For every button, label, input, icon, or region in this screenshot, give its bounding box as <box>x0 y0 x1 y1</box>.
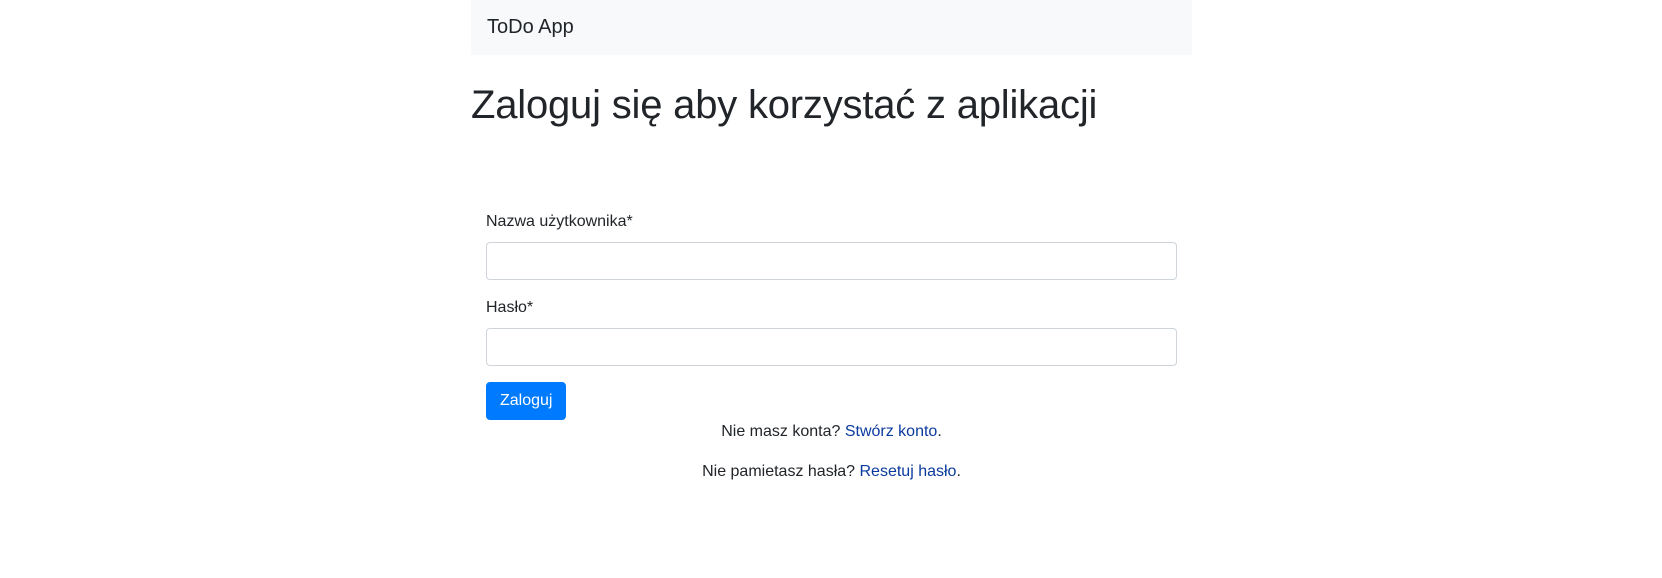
reset-password-link[interactable]: Resetuj hasło <box>860 463 957 480</box>
auth-links: Nie masz konta? Stwórz konto. Nie pamiet… <box>486 420 1177 484</box>
reset-prefix: Nie pamietasz hasła? <box>702 463 860 480</box>
register-suffix: . <box>937 423 942 440</box>
register-link[interactable]: Stwórz konto <box>845 423 937 440</box>
login-button[interactable]: Zaloguj <box>486 382 567 420</box>
page-title: Zaloguj się aby korzystać z aplikacji <box>471 83 1098 127</box>
login-form: Nazwa użytkownika* Hasło* Zaloguj Nie ma… <box>471 210 1192 484</box>
register-line: Nie masz konta? Stwórz konto. <box>486 420 1177 444</box>
username-input[interactable] <box>486 242 1177 280</box>
page-container: ToDo App Zaloguj się aby korzystać z apl… <box>471 0 1192 500</box>
username-group: Nazwa użytkownika* <box>486 210 1177 280</box>
register-prefix: Nie masz konta? <box>721 423 845 440</box>
password-label: Hasło* <box>486 299 534 316</box>
navbar: ToDo App <box>471 0 1192 55</box>
password-group: Hasło* <box>486 296 1177 366</box>
navbar-brand[interactable]: ToDo App <box>487 16 574 39</box>
username-label: Nazwa użytkownika* <box>486 213 633 230</box>
reset-line: Nie pamietasz hasła? Resetuj hasło. <box>486 460 1177 484</box>
reset-suffix: . <box>956 463 961 480</box>
password-input[interactable] <box>486 328 1177 366</box>
